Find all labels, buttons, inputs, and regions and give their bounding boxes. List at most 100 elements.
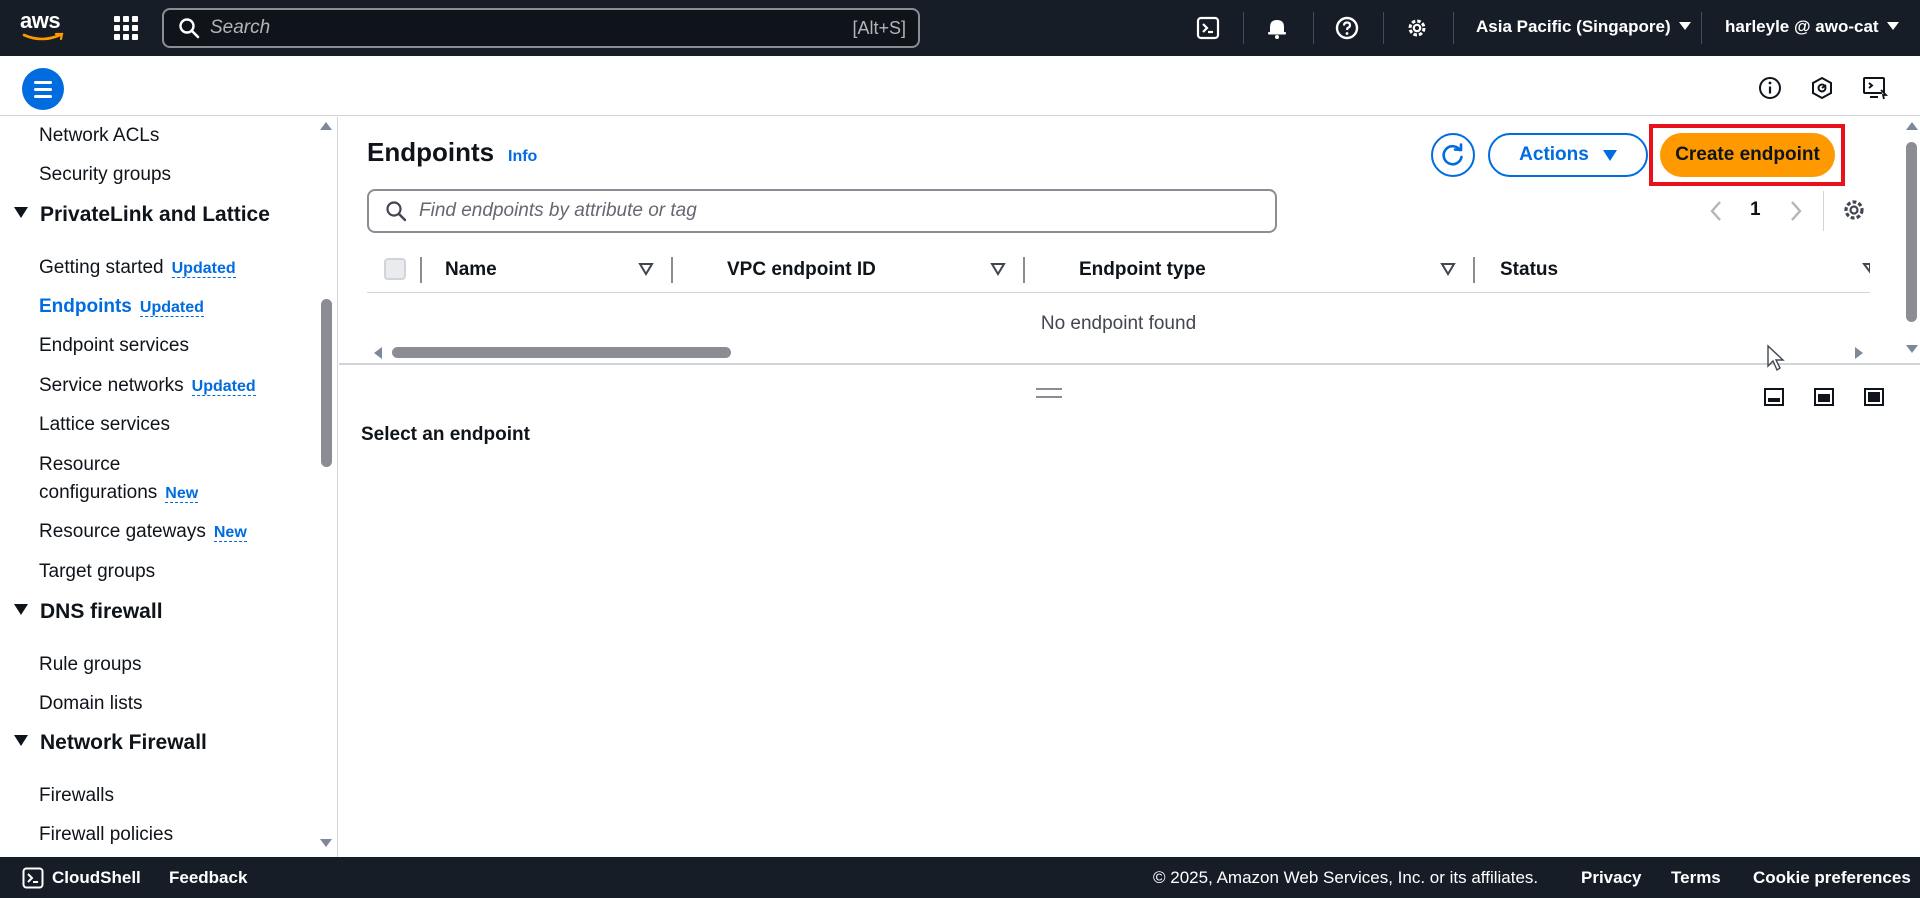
sidebar-section-dns-firewall[interactable]: DNS firewall bbox=[14, 600, 163, 624]
page-title: Endpoints bbox=[367, 137, 495, 167]
scroll-left-icon[interactable] bbox=[374, 347, 382, 359]
info-panel-icon[interactable] bbox=[1756, 74, 1784, 102]
sidebar-item-label: Firewall policies bbox=[39, 824, 174, 845]
column-header-endpoint-type[interactable]: Endpoint type bbox=[1079, 259, 1206, 281]
aws-smile-icon bbox=[22, 32, 64, 41]
scroll-right-icon[interactable] bbox=[1855, 347, 1863, 359]
sidebar-item-firewall-policies[interactable]: Firewall policies bbox=[39, 823, 173, 847]
current-page-number[interactable]: 1 bbox=[1750, 199, 1761, 221]
sort-icon[interactable] bbox=[990, 262, 1006, 276]
split-panel-bottom-icon[interactable] bbox=[1763, 387, 1785, 407]
empty-state-text: No endpoint found bbox=[1040, 313, 1197, 334]
column-header-name[interactable]: Name bbox=[445, 259, 497, 281]
side-navigation-toggle[interactable] bbox=[22, 68, 64, 110]
sidebar-item-target-groups[interactable]: Target groups bbox=[39, 560, 155, 584]
console-to-code-icon[interactable] bbox=[1861, 74, 1889, 102]
footer-privacy-link[interactable]: Privacy bbox=[1581, 868, 1642, 888]
sidebar-item-label: Lattice services bbox=[39, 414, 170, 435]
table-horizontal-scrollbar[interactable] bbox=[392, 347, 731, 358]
endpoint-filter[interactable] bbox=[367, 189, 1277, 233]
footer-copyright: © 2025, Amazon Web Services, Inc. or its… bbox=[1153, 868, 1539, 887]
account-label: harleyle @ awo-cat bbox=[1725, 17, 1879, 36]
sidebar-item-lattice-services[interactable]: Lattice services bbox=[39, 413, 170, 437]
main-content: Endpoints Info Actions Create endpoint 1… bbox=[339, 117, 1920, 857]
sort-icon[interactable] bbox=[638, 262, 654, 276]
filter-input[interactable] bbox=[407, 200, 1275, 222]
scroll-up-icon[interactable] bbox=[320, 122, 332, 130]
scroll-up-icon[interactable] bbox=[1906, 122, 1918, 130]
sidebar-item-firewalls[interactable]: Firewalls bbox=[39, 784, 114, 808]
updated-badge: Updated bbox=[171, 260, 236, 278]
sort-icon[interactable] bbox=[1440, 262, 1456, 276]
sidebar-item-network-acls[interactable]: Network ACLs bbox=[39, 124, 159, 148]
security-hub-icon[interactable] bbox=[1808, 74, 1836, 102]
updated-badge: Updated bbox=[139, 299, 204, 317]
sidebar-item-label: Domain lists bbox=[39, 693, 143, 714]
sidebar-item-rule-groups[interactable]: Rule groups bbox=[39, 653, 141, 677]
split-panel-middle-icon[interactable] bbox=[1813, 387, 1835, 407]
scroll-down-icon[interactable] bbox=[1906, 345, 1918, 353]
caret-down-icon bbox=[14, 207, 28, 218]
sidebar-item-label: Service networks bbox=[39, 375, 184, 396]
secondary-toolbar bbox=[0, 56, 1920, 116]
sidebar-scrollbar-thumb[interactable] bbox=[321, 299, 332, 467]
chevron-left-icon[interactable] bbox=[1707, 199, 1725, 223]
info-link[interactable]: Info bbox=[508, 148, 537, 166]
new-badge: New bbox=[165, 485, 199, 503]
sidebar-item-endpoints[interactable]: Endpoints Updated bbox=[39, 295, 204, 320]
chevron-right-icon[interactable] bbox=[1787, 199, 1805, 223]
split-panel-drag-handle[interactable] bbox=[1036, 388, 1062, 398]
sidebar-item-resource-gateways[interactable]: Resource gateways New bbox=[39, 520, 247, 545]
sidebar-item-domain-lists[interactable]: Domain lists bbox=[39, 692, 142, 716]
notifications-bell-icon[interactable] bbox=[1263, 14, 1291, 42]
sidebar-item-getting-started[interactable]: Getting started Updated bbox=[39, 256, 236, 281]
select-all-checkbox[interactable] bbox=[384, 258, 406, 280]
split-panel-full-icon[interactable] bbox=[1863, 387, 1885, 407]
sidebar-item-security-groups[interactable]: Security groups bbox=[39, 163, 171, 187]
region-label: Asia Pacific (Singapore) bbox=[1476, 17, 1671, 36]
scroll-down-icon[interactable] bbox=[320, 839, 332, 847]
footer-cloudshell-link[interactable]: CloudShell bbox=[52, 868, 141, 888]
sidebar-item-label: Endpoint services bbox=[39, 335, 189, 356]
search-input[interactable] bbox=[200, 17, 853, 39]
sidebar-item-label: configurations bbox=[39, 482, 158, 503]
services-grid-icon[interactable] bbox=[114, 16, 138, 40]
split-panel-title: Select an endpoint bbox=[361, 424, 530, 445]
preferences-gear-icon[interactable] bbox=[1841, 197, 1867, 223]
column-header-vpc-endpoint-id[interactable]: VPC endpoint ID bbox=[727, 259, 876, 281]
table-header: Name VPC endpoint ID Endpoint type Statu… bbox=[367, 245, 1870, 293]
mouse-cursor-icon bbox=[1767, 344, 1785, 372]
sidebar-item-label: Resource gateways bbox=[39, 521, 206, 542]
chevron-down-icon bbox=[1886, 22, 1899, 30]
aws-logo[interactable]: aws bbox=[20, 10, 72, 46]
top-navigation: aws [Alt+S] Asia Pacific (Singapore) har… bbox=[0, 0, 1920, 56]
main-vertical-scrollbar[interactable] bbox=[1906, 142, 1917, 322]
sidebar-item-service-networks[interactable]: Service networks Updated bbox=[39, 374, 256, 399]
search-icon bbox=[179, 18, 200, 39]
footer-terms-link[interactable]: Terms bbox=[1671, 868, 1721, 888]
sort-icon[interactable] bbox=[1862, 262, 1870, 276]
cloudshell-icon[interactable] bbox=[1194, 14, 1222, 42]
sidebar-item-label: Endpoints bbox=[39, 296, 132, 317]
footer-cookie-preferences-link[interactable]: Cookie preferences bbox=[1753, 868, 1911, 888]
sidebar-item-label: Network ACLs bbox=[39, 125, 160, 146]
sidebar-section-network-firewall[interactable]: Network Firewall bbox=[14, 731, 207, 755]
refresh-button[interactable] bbox=[1431, 133, 1475, 177]
actions-dropdown-button[interactable]: Actions bbox=[1488, 133, 1648, 177]
sidebar-item-resource-configurations-line2[interactable]: configurations New bbox=[39, 481, 199, 506]
column-header-status[interactable]: Status bbox=[1500, 259, 1558, 281]
create-endpoint-button[interactable]: Create endpoint bbox=[1660, 133, 1835, 177]
sidebar-section-privatelink[interactable]: PrivateLink and Lattice bbox=[14, 203, 270, 227]
search-icon bbox=[386, 201, 407, 222]
help-icon[interactable] bbox=[1333, 14, 1361, 42]
sidebar-item-label: Getting started bbox=[39, 257, 164, 278]
footer-feedback-link[interactable]: Feedback bbox=[169, 868, 247, 888]
global-search[interactable]: [Alt+S] bbox=[162, 8, 920, 48]
account-menu[interactable]: harleyle @ awo-cat bbox=[1725, 17, 1899, 37]
sidebar-item-label: Firewalls bbox=[39, 785, 114, 806]
settings-gear-icon[interactable] bbox=[1403, 14, 1431, 42]
region-selector[interactable]: Asia Pacific (Singapore) bbox=[1476, 17, 1691, 37]
cloudshell-icon[interactable] bbox=[22, 867, 44, 889]
sidebar-item-resource-configurations[interactable]: Resource bbox=[39, 453, 120, 477]
sidebar-item-endpoint-services[interactable]: Endpoint services bbox=[39, 334, 189, 358]
